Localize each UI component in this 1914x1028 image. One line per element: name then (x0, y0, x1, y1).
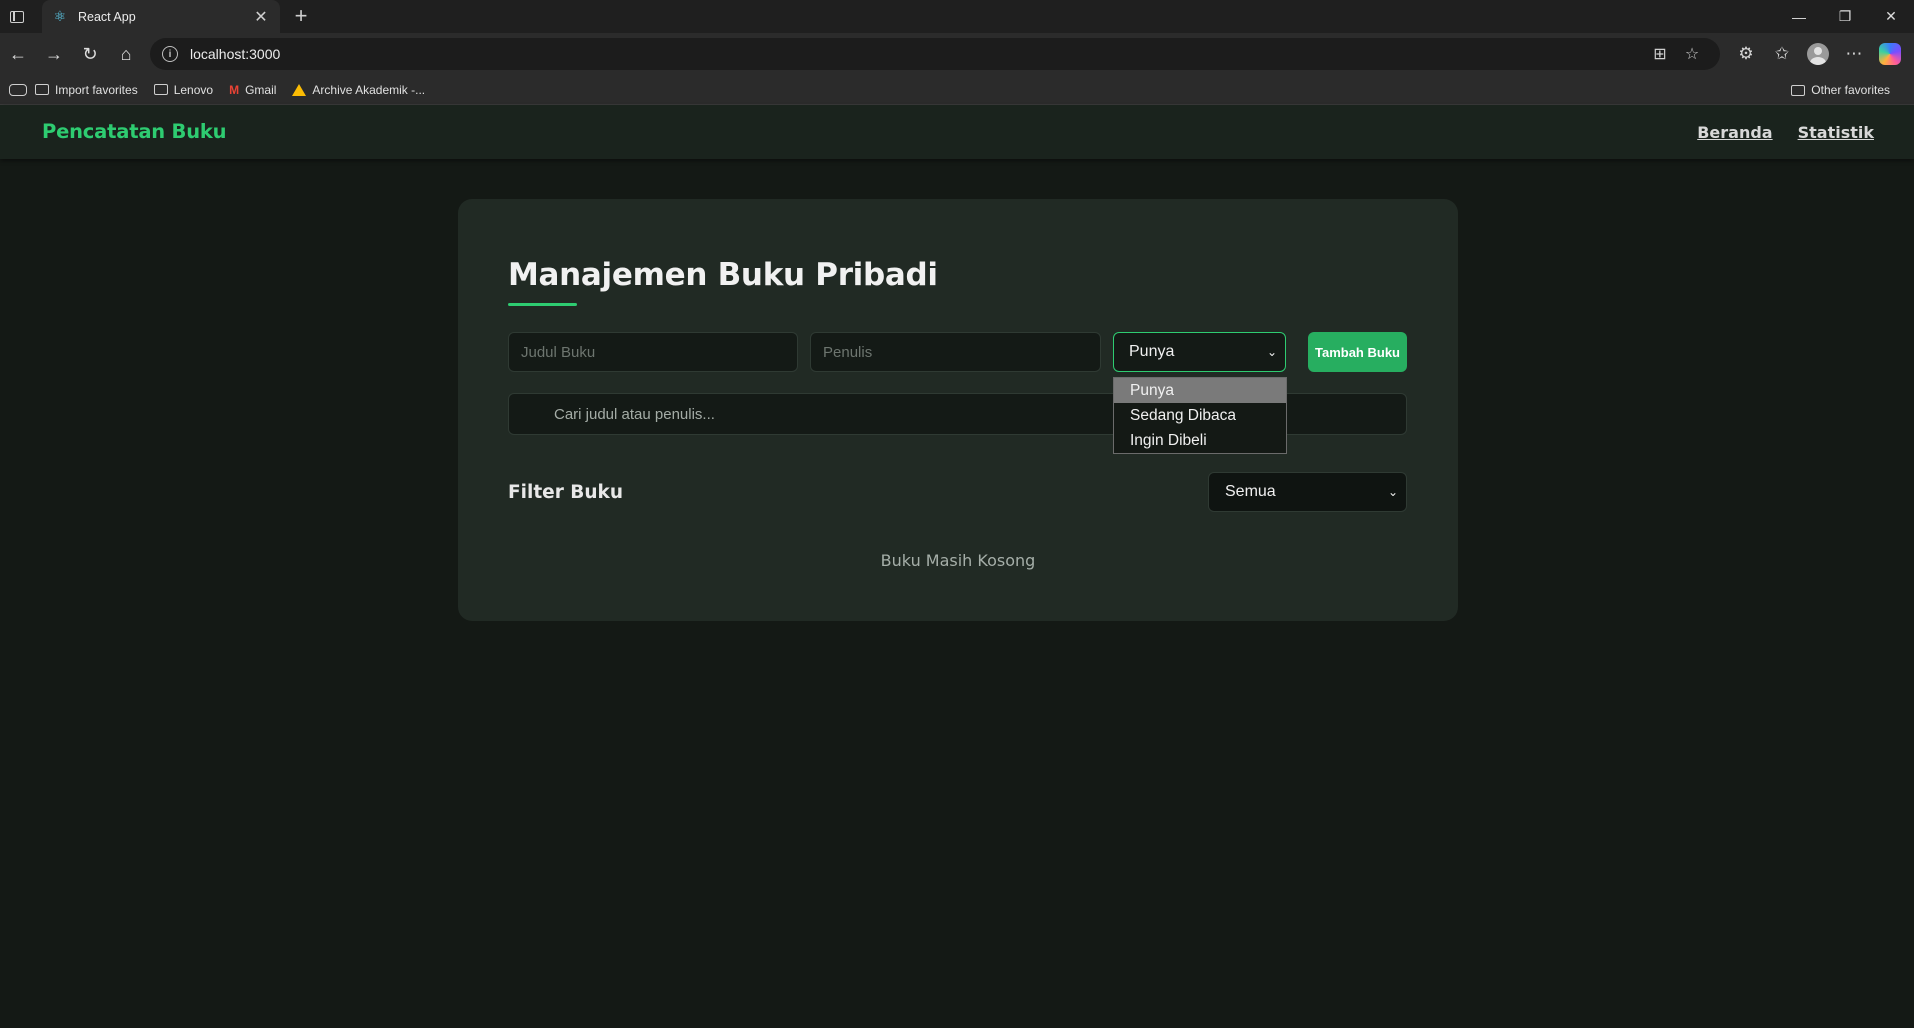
extensions-icon[interactable]: ⚙ (1728, 38, 1764, 70)
bookmark-lenovo[interactable]: Lenovo (153, 82, 214, 97)
drive-icon (292, 83, 307, 96)
penulis-input[interactable] (810, 332, 1101, 372)
app-available-icon[interactable]: ⊞ (1644, 44, 1676, 64)
react-icon: ⚛ (53, 8, 67, 24)
status-option-sedang-dibaca[interactable]: Sedang Dibaca (1114, 403, 1286, 428)
bookmark-label: Other favorites (1811, 83, 1890, 97)
nav-links: Beranda Statistik (1697, 123, 1874, 142)
home-icon[interactable]: ⌂ (108, 38, 144, 70)
app-brand[interactable]: Pencatatan Buku (42, 120, 227, 143)
nav-link-beranda[interactable]: Beranda (1697, 123, 1772, 142)
browser-tabbar: ⚛ React App ✕ + — ❐ ✕ (0, 0, 1914, 33)
forward-icon[interactable]: → (36, 38, 72, 70)
tab-actions-icon[interactable] (0, 0, 34, 33)
nav-link-statistik[interactable]: Statistik (1798, 123, 1874, 142)
more-icon[interactable]: ⋯ (1836, 38, 1872, 70)
favorites-icon[interactable]: ✩ (1764, 38, 1800, 70)
other-favorites[interactable]: Other favorites (1791, 75, 1890, 105)
restore-icon[interactable]: ❐ (1822, 0, 1868, 33)
status-option-ingin-dibeli[interactable]: Ingin Dibeli (1114, 428, 1286, 453)
bookmark-label: Gmail (245, 82, 277, 97)
folder-icon (153, 84, 168, 95)
import-icon (35, 84, 49, 95)
window-close-icon[interactable]: ✕ (1868, 0, 1914, 33)
title-underline (508, 303, 577, 306)
chevron-down-icon: ⌄ (1387, 485, 1398, 499)
address-bar[interactable]: i localhost:3000 ⊞ ☆ (150, 38, 1720, 70)
minimize-icon[interactable]: — (1776, 0, 1822, 33)
info-icon[interactable]: i (162, 46, 178, 62)
filter-label: Filter Buku (508, 482, 624, 503)
folder-icon (1791, 84, 1806, 96)
status-select-value: Punya (1129, 343, 1175, 360)
bookmark-label: Import favorites (55, 82, 138, 97)
close-icon[interactable]: ✕ (252, 7, 270, 27)
bookmark-gmail[interactable]: M Gmail (229, 83, 276, 97)
browser-tab[interactable]: ⚛ React App ✕ (42, 0, 280, 33)
book-manager-card: Manajemen Buku Pribadi Punya ⌄ Tambah Bu… (458, 199, 1458, 621)
profile-icon[interactable] (1800, 38, 1836, 70)
bookmark-label: Archive Akademik -... (312, 82, 426, 97)
reload-icon[interactable]: ↻ (72, 38, 108, 70)
status-option-punya[interactable]: Punya (1114, 378, 1286, 403)
status-select[interactable]: Punya ⌄ (1113, 332, 1286, 372)
copilot-icon[interactable] (1872, 38, 1908, 70)
collections-icon[interactable] (9, 83, 27, 96)
search-placeholder: Cari judul atau penulis... (554, 405, 715, 423)
empty-message: Buku Masih Kosong (880, 551, 1036, 570)
add-book-button[interactable]: Tambah Buku (1308, 332, 1407, 372)
filter-select-value: Semua (1225, 483, 1276, 500)
status-dropdown-list: Punya Sedang Dibaca Ingin Dibeli (1113, 377, 1287, 454)
bookmark-label: Lenovo (173, 82, 214, 97)
gmail-icon: M (229, 82, 240, 97)
browser-toolbar: ← → ↻ ⌂ i localhost:3000 ⊞ ☆ ⚙ ✩ ⋯ (0, 33, 1914, 75)
new-tab-icon[interactable]: + (289, 4, 313, 28)
url-text: localhost:3000 (190, 46, 281, 62)
favorite-star-icon[interactable]: ☆ (1676, 44, 1708, 64)
chevron-down-icon: ⌄ (1266, 345, 1277, 359)
window-controls: — ❐ ✕ (1776, 0, 1914, 33)
filter-select[interactable]: Semua ⌄ (1208, 472, 1407, 512)
bookmarks-bar: Import favorites Lenovo M Gmail Archive … (0, 75, 1914, 105)
bookmark-archive-akademik[interactable]: Archive Akademik -... (292, 83, 425, 97)
page-title: Manajemen Buku Pribadi (508, 257, 938, 293)
toolbar-right: ⚙ ✩ ⋯ (1728, 38, 1908, 70)
bookmark-import-favorites[interactable]: Import favorites (35, 83, 138, 97)
judul-input[interactable] (508, 332, 798, 372)
tab-title: React App (78, 9, 136, 24)
back-icon[interactable]: ← (0, 38, 36, 70)
app-navbar: Pencatatan Buku Beranda Statistik (0, 105, 1914, 159)
